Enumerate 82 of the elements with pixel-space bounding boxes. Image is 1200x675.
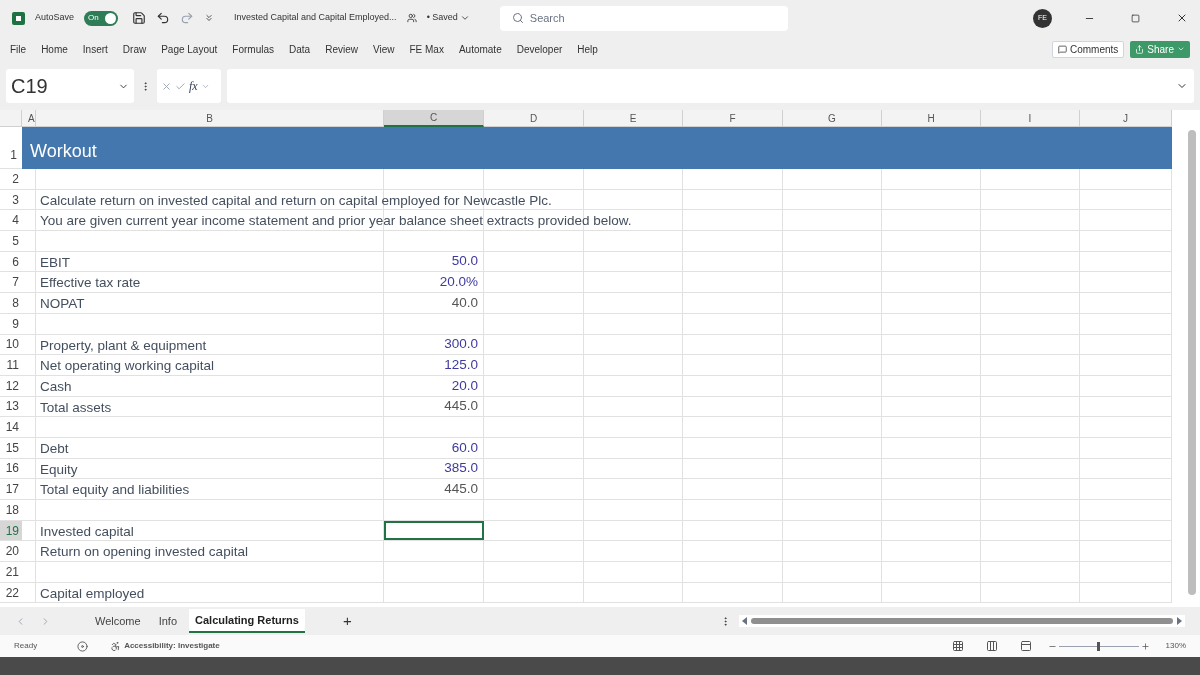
title-banner: Workout	[22, 127, 1172, 169]
value-cell-text: 60.0	[451, 438, 479, 457]
ribbon-tab[interactable]: File	[10, 41, 27, 57]
label-cell-text: Calculate return on invested capital and return on capital employed for Newcastle Plc.	[40, 191, 552, 210]
horizontal-scrollbar[interactable]	[739, 615, 1185, 627]
ribbon-tab[interactable]: Home	[41, 41, 68, 57]
name-box[interactable]: C19	[6, 69, 134, 103]
label-cell-text: You are given current year income statement and prior year balance sheet extracts provided below.	[40, 212, 632, 231]
file-name: Invested Capital and Capital Employed...	[234, 11, 397, 25]
accessibility-icon	[110, 640, 122, 652]
label-cell-text: Debt	[40, 439, 69, 458]
close-icon[interactable]	[1176, 12, 1188, 24]
label-cell-text: Effective tax rate	[40, 274, 141, 293]
comments-button[interactable]: Comments	[1051, 40, 1125, 58]
label-cell-text: NOPAT	[40, 295, 85, 314]
add-sheet-button[interactable]: +	[342, 609, 352, 633]
label-cell-text: Total equity and liabilities	[40, 481, 190, 500]
zoom-in-icon[interactable]	[1140, 641, 1150, 651]
value-cell-text: 20.0%	[439, 273, 479, 292]
formula-input[interactable]	[227, 69, 1194, 103]
page-layout-icon[interactable]	[985, 640, 998, 652]
cancel-icon[interactable]	[161, 80, 172, 92]
ribbon-tab[interactable]: Automate	[458, 41, 502, 57]
ribbon-tab[interactable]: Data	[289, 41, 311, 57]
caret-icon	[459, 13, 470, 23]
label-cell-text: Invested capital	[40, 522, 134, 541]
value-cell-text: 385.0	[444, 459, 479, 478]
enter-icon[interactable]	[175, 80, 186, 92]
vertical-scrollbar[interactable]	[1188, 130, 1196, 595]
sheet-tab[interactable]: Calculating Returns	[189, 609, 305, 633]
comment-icon	[1057, 44, 1067, 54]
caret-icon	[1177, 45, 1185, 53]
sheet-tab[interactable]: Info	[152, 609, 183, 633]
ribbon-tab[interactable]: FE Max	[409, 41, 444, 57]
row-header[interactable]: 19	[0, 520, 22, 541]
redo-icon[interactable]	[180, 11, 195, 25]
normal-view-icon[interactable]	[951, 640, 964, 652]
ribbon-tab[interactable]: Insert	[82, 41, 108, 57]
value-cell-text: 50.0	[451, 252, 479, 271]
value-cell-text: 300.0	[444, 335, 479, 354]
people-icon	[406, 13, 417, 23]
autosave-toggle[interactable]: On	[84, 10, 119, 26]
label-cell-text: Net operating working capital	[40, 357, 215, 376]
search-icon	[511, 12, 524, 24]
label-cell-text: EBIT	[40, 253, 70, 272]
column-header[interactable]: C	[384, 110, 484, 127]
value-cell-text: 445.0	[444, 397, 479, 416]
ribbon-tab[interactable]: Help	[577, 41, 598, 57]
accessibility-status[interactable]: Accessibility: Investigate	[124, 640, 220, 652]
value-cell-text: 445.0	[444, 480, 479, 499]
macro-icon[interactable]	[77, 640, 89, 652]
label-cell-text: Property, plant & equipment	[40, 336, 207, 355]
label-cell-text: Return on opening invested capital	[40, 543, 248, 562]
undo-icon[interactable]	[156, 11, 171, 25]
app-logo-icon	[12, 11, 25, 25]
selected-cell[interactable]	[384, 520, 484, 541]
ribbon-tab[interactable]: Page Layout	[161, 41, 218, 57]
sheet-tab[interactable]: Welcome	[89, 609, 147, 633]
saved-status[interactable]: • Saved	[426, 11, 470, 25]
zoom-thumb[interactable]	[1097, 641, 1101, 651]
customize-icon[interactable]	[204, 13, 215, 23]
ribbon-tab[interactable]: Review	[325, 41, 358, 57]
ribbon-tab[interactable]: Developer	[516, 41, 563, 57]
save-icon[interactable]	[132, 11, 147, 25]
ribbon-tab[interactable]: View	[372, 41, 395, 57]
value-cell-text: 20.0	[451, 376, 479, 395]
label-cell-text: Capital employed	[40, 584, 145, 603]
zoom-level[interactable]: 130%	[1165, 640, 1186, 652]
insert-function-button[interactable]: fx	[189, 77, 198, 95]
page-break-icon[interactable]	[1019, 640, 1032, 652]
ribbon-tab[interactable]: Draw	[122, 41, 147, 57]
label-cell-text: Total assets	[40, 398, 112, 417]
restore-icon[interactable]	[1131, 13, 1140, 23]
label-cell-text: Cash	[40, 377, 72, 396]
value-cell-text: 125.0	[444, 355, 479, 374]
search-field[interactable]: Search	[499, 5, 788, 31]
autosave-label: AutoSave	[35, 11, 75, 25]
ribbon-tab[interactable]: Formulas	[232, 41, 275, 57]
label-cell-text: Equity	[40, 460, 78, 479]
value-cell-text: 40.0	[451, 293, 479, 312]
share-icon	[1135, 44, 1145, 54]
status-ready: Ready	[14, 640, 38, 652]
